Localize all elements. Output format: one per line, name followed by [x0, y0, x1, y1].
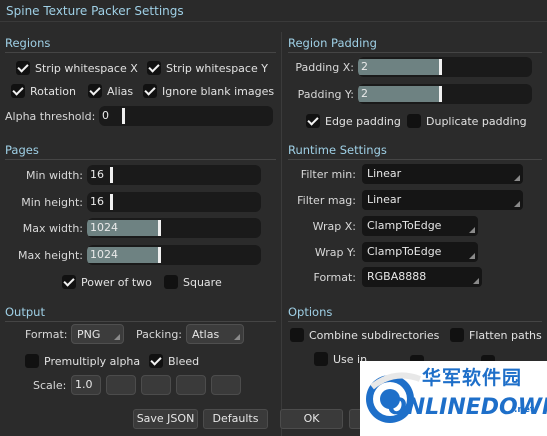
- scale-label: Scale:: [33, 379, 67, 392]
- output-format-dropdown[interactable]: PNG: [71, 324, 124, 344]
- wrap-x-dropdown[interactable]: ClampToEdge: [362, 216, 478, 236]
- defaults-button[interactable]: Defaults: [203, 409, 268, 429]
- check-icon: [147, 61, 161, 75]
- output-format-label: Format:: [25, 328, 68, 341]
- region-padding-divider: [288, 52, 542, 53]
- wrap-y-label: Wrap Y:: [314, 246, 356, 259]
- strip-whitespace-y-checkbox[interactable]: Strip whitespace Y: [147, 61, 268, 75]
- max-width-label: Max width:: [22, 222, 83, 235]
- packing-dropdown[interactable]: Atlas: [186, 324, 244, 344]
- checkbox-box: [164, 275, 178, 289]
- padding-y-slider[interactable]: 2: [358, 84, 532, 104]
- combine-subdirectories-checkbox[interactable]: Combine subdirectories: [290, 328, 439, 342]
- scale-field-4[interactable]: [176, 375, 206, 395]
- square-checkbox[interactable]: Square: [164, 275, 222, 289]
- onlinedown-watermark-logo: 华军软件园 ONLINEDOWN .net: [360, 361, 547, 436]
- filter-min-label: Filter min:: [300, 168, 356, 181]
- logo-chinese-text: 华军软件园: [422, 367, 523, 389]
- regions-heading: Regions: [5, 36, 51, 50]
- duplicate-padding-checkbox[interactable]: Duplicate padding: [407, 114, 527, 128]
- strip-whitespace-x-checkbox[interactable]: Strip whitespace X: [16, 61, 138, 75]
- ignore-blank-images-checkbox[interactable]: Ignore blank images: [143, 84, 274, 98]
- padding-x-label: Padding X:: [295, 61, 354, 74]
- options-divider: [288, 321, 542, 322]
- checkbox-box: [25, 354, 39, 368]
- format-label: Format:: [313, 271, 356, 284]
- bleed-checkbox[interactable]: Bleed: [149, 354, 199, 368]
- alias-checkbox[interactable]: Alias: [88, 84, 133, 98]
- pages-divider: [5, 159, 276, 160]
- scale-field-1[interactable]: 1.0: [71, 375, 101, 395]
- region-padding-heading: Region Padding: [288, 36, 377, 50]
- dropdown-arrow-icon: [514, 175, 520, 181]
- dropdown-arrow-icon: [234, 334, 240, 340]
- max-height-label: Max height:: [17, 249, 83, 262]
- wrap-y-dropdown[interactable]: ClampToEdge: [362, 242, 478, 262]
- ok-button[interactable]: OK: [280, 409, 343, 429]
- dropdown-arrow-icon: [514, 201, 520, 207]
- wrap-x-label: Wrap X:: [312, 220, 356, 233]
- padding-x-slider[interactable]: 2: [358, 57, 532, 77]
- runtime-divider: [288, 159, 542, 160]
- window-title: Spine Texture Packer Settings: [0, 0, 547, 22]
- max-width-slider[interactable]: 1024: [87, 218, 261, 238]
- scale-field-2[interactable]: [106, 375, 136, 395]
- power-of-two-checkbox[interactable]: Power of two: [62, 275, 152, 289]
- pages-heading: Pages: [5, 143, 39, 157]
- dropdown-arrow-icon: [473, 278, 479, 284]
- checkbox-box: [314, 352, 328, 366]
- runtime-settings-heading: Runtime Settings: [288, 143, 387, 157]
- checkbox-box: [407, 114, 421, 128]
- check-icon: [306, 114, 320, 128]
- checkbox-box: [290, 328, 304, 342]
- edge-padding-checkbox[interactable]: Edge padding: [306, 114, 401, 128]
- alpha-threshold-label: Alpha threshold:: [5, 110, 96, 123]
- regions-divider: [5, 52, 276, 53]
- padding-y-label: Padding Y:: [297, 88, 354, 101]
- min-height-slider[interactable]: 16: [87, 192, 261, 212]
- format-dropdown[interactable]: RGBA8888: [362, 267, 482, 287]
- options-heading: Options: [288, 305, 333, 319]
- save-json-button[interactable]: Save JSON: [133, 409, 198, 429]
- scale-field-5[interactable]: [211, 375, 241, 395]
- filter-mag-label: Filter mag:: [297, 194, 356, 207]
- min-height-label: Min height:: [21, 196, 83, 209]
- check-icon: [149, 354, 163, 368]
- column-divider: [281, 32, 282, 436]
- premultiply-alpha-checkbox[interactable]: Premultiply alpha: [25, 354, 140, 368]
- check-icon: [88, 84, 102, 98]
- flatten-paths-checkbox[interactable]: Flatten paths: [450, 328, 542, 342]
- check-icon: [62, 275, 76, 289]
- scale-field-3[interactable]: [141, 375, 171, 395]
- filter-mag-dropdown[interactable]: Linear: [362, 190, 523, 210]
- min-width-slider[interactable]: 16: [87, 165, 261, 185]
- dropdown-arrow-icon: [114, 334, 120, 340]
- output-divider: [5, 321, 276, 322]
- check-icon: [143, 84, 157, 98]
- check-icon: [16, 61, 30, 75]
- packing-label: Packing:: [136, 328, 183, 341]
- max-height-slider[interactable]: 1024: [87, 245, 261, 265]
- logo-suffix-text: .net: [514, 405, 535, 415]
- check-icon: [11, 84, 25, 98]
- dropdown-arrow-icon: [469, 227, 475, 233]
- output-heading: Output: [5, 305, 45, 319]
- rotation-checkbox[interactable]: Rotation: [11, 84, 76, 98]
- min-width-label: Min width:: [25, 169, 83, 182]
- checkbox-box: [450, 328, 464, 342]
- alpha-threshold-slider[interactable]: 0: [99, 106, 273, 126]
- filter-min-dropdown[interactable]: Linear: [362, 164, 523, 184]
- dropdown-arrow-icon: [469, 253, 475, 259]
